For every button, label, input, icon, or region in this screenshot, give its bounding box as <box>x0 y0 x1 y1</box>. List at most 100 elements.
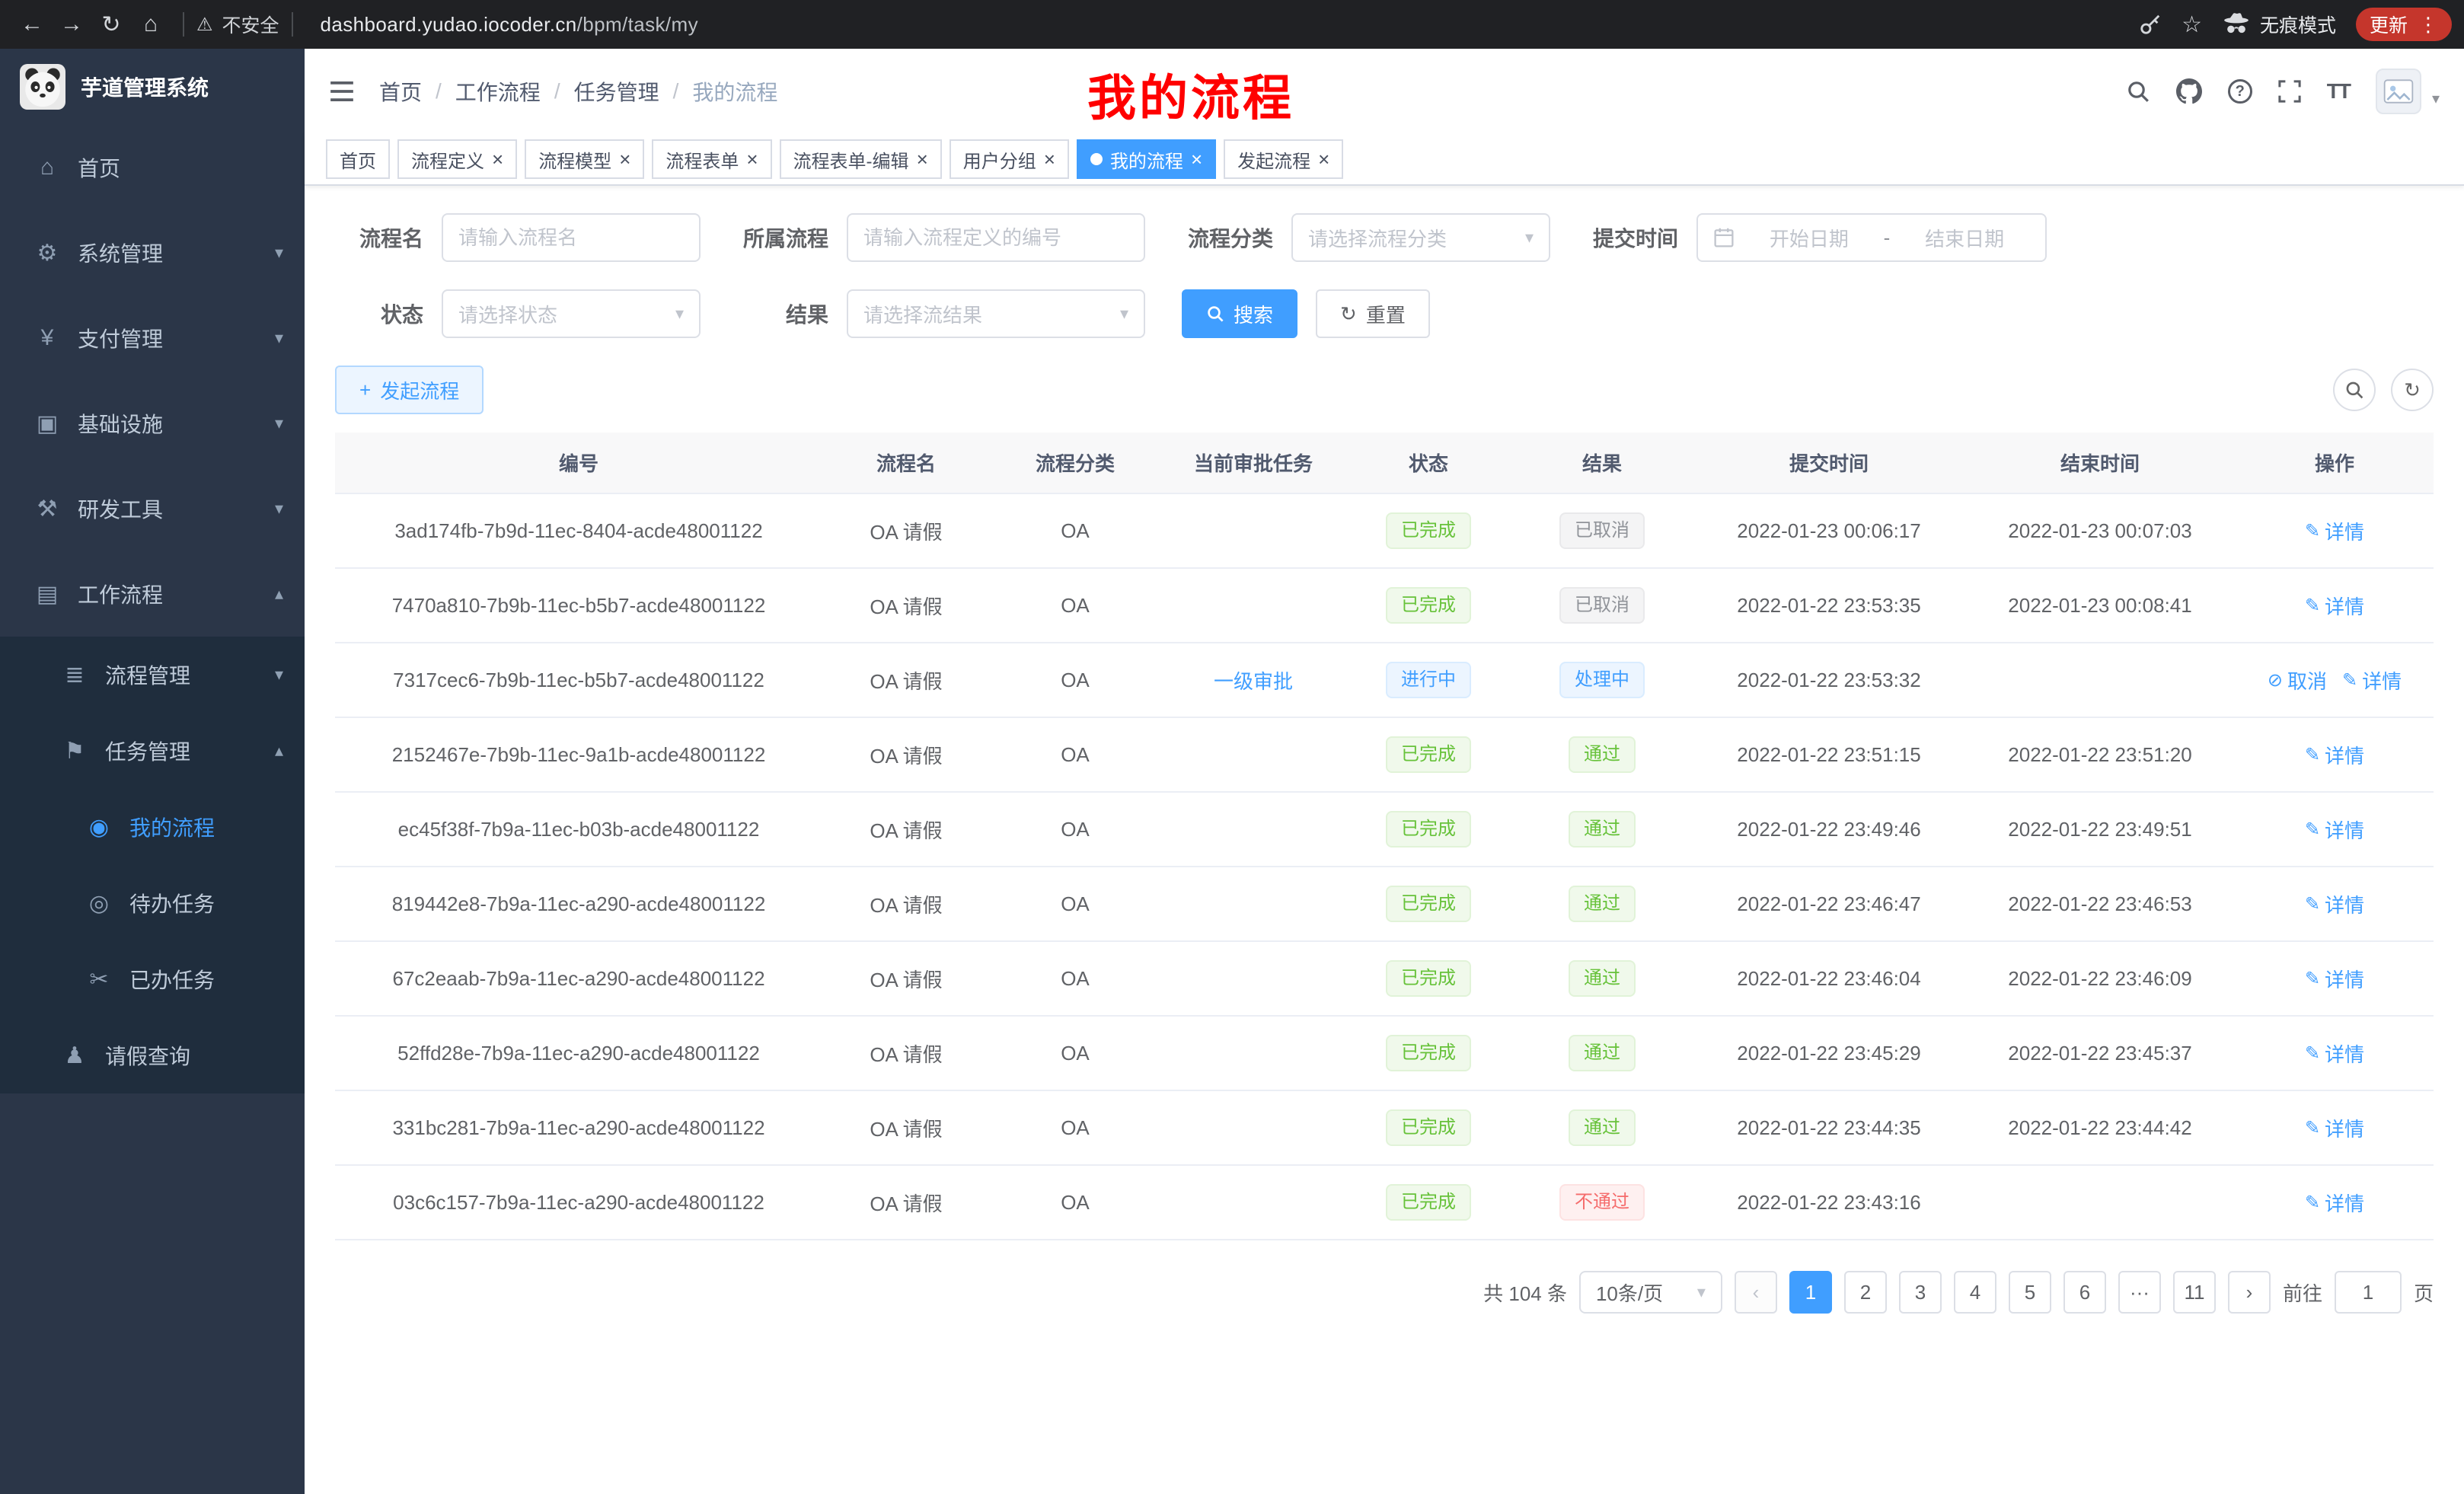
cell-name: OA 请假 <box>822 717 990 792</box>
close-icon[interactable]: × <box>492 149 503 169</box>
result-tag: 通过 <box>1569 960 1636 997</box>
close-icon[interactable]: × <box>1191 149 1202 169</box>
browser-reload-button[interactable]: ↻ <box>91 5 131 44</box>
status-tag: 已完成 <box>1386 960 1471 997</box>
detail-link[interactable]: ✎详情 <box>2305 741 2364 769</box>
avatar[interactable] <box>2376 69 2421 114</box>
category-select[interactable]: 请选择流程分类 ▾ <box>1291 213 1550 262</box>
table-row: 52ffd28e-7b9a-11ec-a290-acde48001122 OA … <box>335 1016 2434 1090</box>
tab-process-definition[interactable]: 流程定义 × <box>397 139 517 179</box>
close-icon[interactable]: × <box>917 149 928 169</box>
tab-process-form[interactable]: 流程表单 × <box>652 139 771 179</box>
bookmark-star-icon[interactable]: ☆ <box>2182 11 2202 38</box>
browser-menu-icon[interactable]: ⋮ <box>2418 13 2438 37</box>
search-button[interactable]: 搜索 <box>1182 289 1297 338</box>
sidebar-item-task-management[interactable]: ⚑ 任务管理 ▴ <box>0 713 305 789</box>
detail-link[interactable]: ✎详情 <box>2342 666 2402 694</box>
detail-link[interactable]: ✎详情 <box>2305 1039 2364 1068</box>
tab-user-group[interactable]: 用户分组 × <box>950 139 1069 179</box>
tab-process-model[interactable]: 流程模型 × <box>525 139 644 179</box>
start-process-button[interactable]: + 发起流程 <box>335 366 484 414</box>
fullscreen-icon[interactable] <box>2278 80 2301 103</box>
breadcrumb-item-home[interactable]: 首页 <box>379 76 422 107</box>
prev-page-button[interactable]: ‹ <box>1735 1271 1777 1314</box>
current-task-link[interactable]: 一级审批 <box>1214 666 1293 694</box>
sidebar-item-leave-query[interactable]: ♟ 请假查询 <box>0 1017 305 1093</box>
tab-process-form-edit[interactable]: 流程表单-编辑 × <box>780 139 942 179</box>
more-pages-button[interactable]: ··· <box>2118 1271 2161 1314</box>
detail-link[interactable]: ✎详情 <box>2305 965 2364 993</box>
search-icon[interactable] <box>2126 79 2150 104</box>
incognito-badge[interactable]: 无痕模式 <box>2222 10 2336 39</box>
sidebar-item-system[interactable]: ⚙ 系统管理 ▾ <box>0 210 305 295</box>
close-icon[interactable]: × <box>746 149 758 169</box>
person-icon: ♟ <box>58 1042 91 1069</box>
help-icon[interactable]: ? <box>2228 79 2252 104</box>
process-id-input[interactable] <box>847 213 1145 262</box>
page-button-2[interactable]: 2 <box>1844 1271 1887 1314</box>
breadcrumb-item-task-management[interactable]: 任务管理 <box>574 76 659 107</box>
status-tag: 已完成 <box>1386 886 1471 922</box>
close-icon[interactable]: × <box>1044 149 1055 169</box>
sidebar-collapse-button[interactable] <box>329 81 355 101</box>
page-size-select[interactable]: 10条/页 ▾ <box>1579 1271 1722 1314</box>
detail-link[interactable]: ✎详情 <box>2305 1114 2364 1142</box>
tab-home[interactable]: 首页 <box>326 139 390 179</box>
browser-home-button[interactable]: ⌂ <box>131 5 171 44</box>
sidebar-item-home[interactable]: ⌂ 首页 <box>0 125 305 210</box>
page-button-11[interactable]: 11 <box>2173 1271 2216 1314</box>
detail-link[interactable]: ✎详情 <box>2305 592 2364 620</box>
table-header-row: 编号 流程名 流程分类 当前审批任务 状态 结果 提交时间 结束时间 操作 <box>335 433 2434 493</box>
browser-update-button[interactable]: 更新 ⋮ <box>2356 8 2452 41</box>
security-indicator[interactable]: ⚠ 不安全 <box>196 11 279 38</box>
process-name-input[interactable] <box>442 213 701 262</box>
cancel-link[interactable]: ⊘取消 <box>2268 666 2327 694</box>
sidebar-item-todo-tasks[interactable]: ◎ 待办任务 <box>0 865 305 941</box>
detail-link[interactable]: ✎详情 <box>2305 890 2364 918</box>
status-select[interactable]: 请选择状态 ▾ <box>442 289 701 338</box>
browser-forward-button[interactable]: → <box>52 5 91 44</box>
font-size-icon[interactable]: TT <box>2327 79 2350 104</box>
result-tag: 已取消 <box>1559 587 1645 624</box>
browser-back-button[interactable]: ← <box>12 5 52 44</box>
edit-icon: ✎ <box>2305 1192 2320 1214</box>
detail-link[interactable]: ✎详情 <box>2305 517 2364 545</box>
sidebar-item-done-tasks[interactable]: ✂ 已办任务 <box>0 941 305 1017</box>
content: 流程名 所属流程 流程分类 请选择流程分类 ▾ 提交时间 <box>305 186 2464 1494</box>
cell-category: OA <box>990 493 1160 568</box>
cell-name: OA 请假 <box>822 941 990 1016</box>
sidebar-item-workflow[interactable]: ▤ 工作流程 ▴ <box>0 551 305 637</box>
result-select[interactable]: 请选择流结果 ▾ <box>847 289 1145 338</box>
app-logo[interactable]: 芋道管理系统 <box>0 49 305 125</box>
tab-my-process[interactable]: 我的流程 × <box>1077 139 1216 179</box>
github-icon[interactable] <box>2176 78 2202 104</box>
sidebar-item-process-management[interactable]: ≣ 流程管理 ▾ <box>0 637 305 713</box>
detail-link[interactable]: ✎详情 <box>2305 816 2364 844</box>
date-range-picker[interactable]: 开始日期 - 结束日期 <box>1696 213 2047 262</box>
reset-button[interactable]: ↻ 重置 <box>1316 289 1430 338</box>
address-bar[interactable]: dashboard.yudao.iocoder.cn/bpm/task/my <box>321 13 699 37</box>
close-icon[interactable]: × <box>1318 149 1329 169</box>
goto-page-input[interactable] <box>2335 1271 2402 1314</box>
table-row: 03c6c157-7b9a-11ec-a290-acde48001122 OA … <box>335 1165 2434 1240</box>
close-icon[interactable]: × <box>619 149 630 169</box>
page-button-1[interactable]: 1 <box>1789 1271 1832 1314</box>
page-button-3[interactable]: 3 <box>1899 1271 1942 1314</box>
tab-start-process[interactable]: 发起流程 × <box>1224 139 1343 179</box>
page-button-4[interactable]: 4 <box>1954 1271 1996 1314</box>
next-page-button[interactable]: › <box>2228 1271 2271 1314</box>
detail-link[interactable]: ✎详情 <box>2305 1189 2364 1217</box>
passkey-icon[interactable] <box>2139 13 2162 36</box>
sidebar-item-devtools[interactable]: ⚒ 研发工具 ▾ <box>0 466 305 551</box>
page-button-5[interactable]: 5 <box>2009 1271 2051 1314</box>
refresh-table-button[interactable]: ↻ <box>2391 369 2434 411</box>
sidebar-item-my-process[interactable]: ◉ 我的流程 <box>0 789 305 865</box>
page-button-6[interactable]: 6 <box>2063 1271 2106 1314</box>
table-row: 2152467e-7b9b-11ec-9a1b-acde48001122 OA … <box>335 717 2434 792</box>
sidebar-item-infrastructure[interactable]: ▣ 基础设施 ▾ <box>0 381 305 466</box>
chevron-up-icon: ▴ <box>275 741 283 761</box>
toggle-search-button[interactable] <box>2333 369 2376 411</box>
status-tag: 已完成 <box>1386 512 1471 549</box>
sidebar-item-payment[interactable]: ¥ 支付管理 ▾ <box>0 295 305 381</box>
breadcrumb-item-workflow[interactable]: 工作流程 <box>455 76 541 107</box>
